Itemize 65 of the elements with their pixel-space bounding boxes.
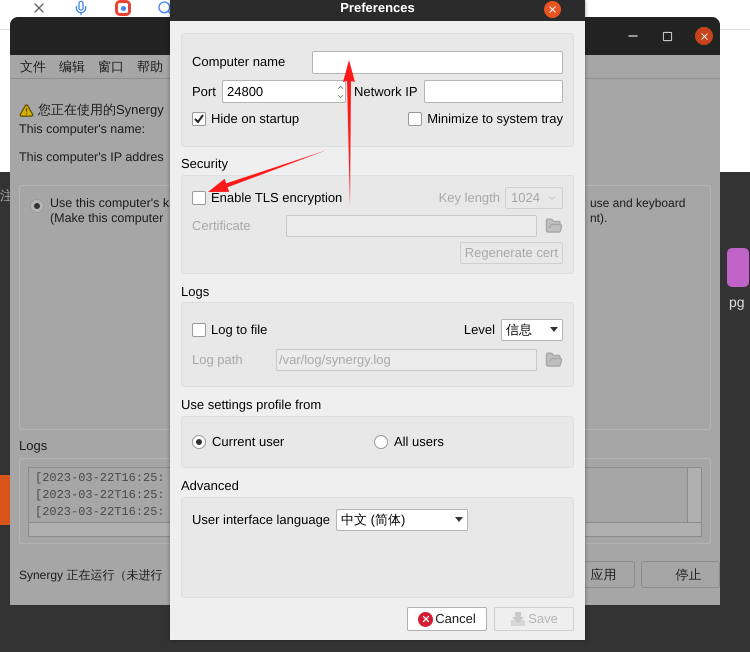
section-title: Logs xyxy=(19,437,48,455)
close-button[interactable] xyxy=(695,27,713,45)
radio-label-continued: use and keyboard nt). xyxy=(590,196,686,227)
close-icon xyxy=(418,612,434,626)
computer-name-label: This computer's name: xyxy=(19,121,146,138)
radio-button[interactable] xyxy=(374,435,388,449)
field-label: Level xyxy=(464,320,495,339)
warning-text: 您正在使用的Synergy xyxy=(38,101,164,120)
ip-address-label: This computer's IP addres xyxy=(19,149,164,166)
radio-label: Use this computer's k (Make this computer xyxy=(50,196,170,227)
menu-item[interactable]: 文件 xyxy=(20,56,46,76)
radio-label: All users xyxy=(394,433,444,452)
field-label: Certificate xyxy=(192,216,252,235)
log-line: [2023-03-22T16:25: xyxy=(35,470,165,487)
file-label: pg xyxy=(729,293,745,312)
section-title: Logs xyxy=(181,283,210,301)
field-label: User interface language xyxy=(192,510,330,529)
radio-label: Current user xyxy=(212,433,284,452)
checkbox[interactable] xyxy=(192,322,206,336)
field-label: Key length xyxy=(438,188,500,207)
checkbox-label: Log to file xyxy=(211,320,268,339)
checkbox[interactable] xyxy=(408,112,422,126)
level-dropdown[interactable]: 信息 xyxy=(501,318,563,340)
language-dropdown[interactable]: 中文 (简体) xyxy=(336,508,468,530)
app-icon[interactable] xyxy=(727,248,749,287)
maximize-icon[interactable] xyxy=(662,30,673,42)
checkbox-label: Minimize to system tray xyxy=(427,110,563,128)
checkbox[interactable] xyxy=(192,190,206,204)
menu-item[interactable]: 编辑 xyxy=(59,56,85,76)
section-title: Use settings profile from xyxy=(181,396,322,414)
close-icon xyxy=(547,4,558,15)
menu-item[interactable]: 帮助 xyxy=(137,56,163,76)
log-line: [2023-03-22T16:25: xyxy=(35,504,165,521)
checkmark-icon xyxy=(194,114,204,124)
window-title: Preferences xyxy=(340,1,415,15)
field-label: Computer name xyxy=(192,53,286,72)
section-title: Security xyxy=(181,155,229,173)
search-icon[interactable] xyxy=(157,0,173,16)
caret-icon xyxy=(550,327,558,332)
folder-icon[interactable] xyxy=(545,350,563,368)
menu-item[interactable]: 窗口 xyxy=(98,56,124,76)
radio-button[interactable] xyxy=(30,199,44,213)
network-ip-field[interactable] xyxy=(424,80,563,103)
status-text: Synergy 正在运行（未进行 xyxy=(19,566,162,584)
section-title: Advanced xyxy=(181,477,240,495)
vertical-scrollbar[interactable] xyxy=(687,468,701,522)
field-label: Port xyxy=(192,82,217,101)
log-line: [2023-03-22T16:25: xyxy=(35,487,165,504)
folder-icon[interactable] xyxy=(545,216,563,234)
computer-name-field[interactable] xyxy=(312,50,563,74)
window-button[interactable]: 停止 xyxy=(641,561,720,588)
download-icon xyxy=(510,611,526,627)
warning-icon xyxy=(19,102,34,118)
field-label: Log path xyxy=(192,350,244,369)
radio-button[interactable] xyxy=(192,435,206,449)
microphone-icon[interactable] xyxy=(73,0,89,16)
port-spinbox[interactable]: 24800 xyxy=(222,80,346,103)
certificate-field[interactable] xyxy=(286,214,537,236)
cancel-button[interactable]: Cancel xyxy=(407,607,487,631)
checkbox-label: Enable TLS encryption xyxy=(211,188,342,207)
close-icon xyxy=(698,30,710,42)
field-label: Network IP xyxy=(354,82,419,101)
checkbox[interactable] xyxy=(192,112,206,126)
close-button[interactable] xyxy=(544,1,561,18)
checkbox-label: Hide on startup xyxy=(211,110,300,128)
